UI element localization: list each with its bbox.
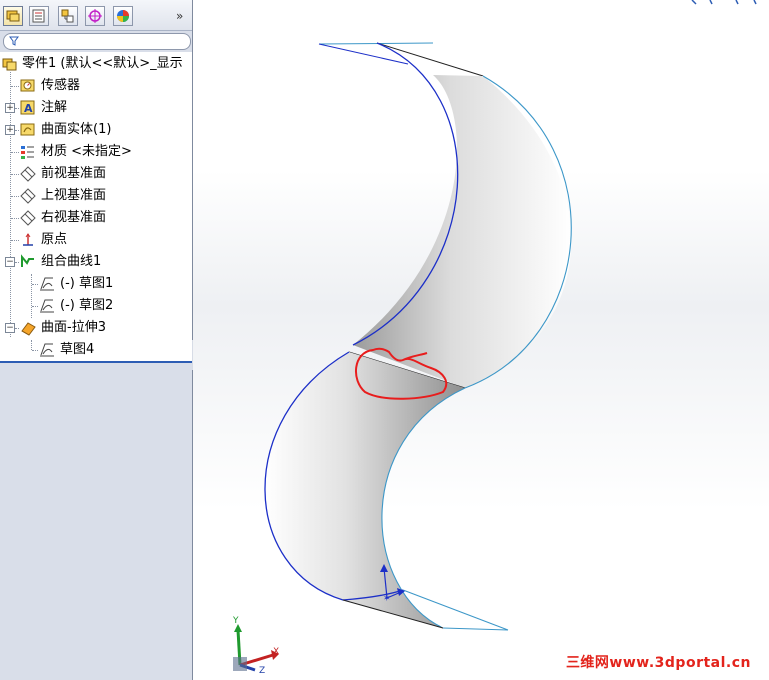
annotation-icon: A — [20, 100, 35, 115]
expand-toggle[interactable]: + — [5, 125, 15, 135]
origin-icon — [23, 233, 33, 246]
property-icon — [32, 9, 45, 23]
svg-text:A: A — [24, 102, 33, 115]
panel-tab-bar: » — [0, 0, 192, 31]
material-icon — [21, 146, 34, 159]
filter-icon — [9, 36, 19, 46]
extrude-surface-icon — [21, 322, 36, 336]
surface-body-folder-icon — [20, 123, 35, 136]
color-wheel-icon — [117, 10, 129, 22]
rollback-bar[interactable] — [0, 361, 192, 363]
tree-item-label: 上视基准面 — [41, 188, 107, 203]
triad-z-label: Z — [259, 666, 266, 676]
tree-item-label: 传感器 — [41, 78, 81, 93]
tree-filter-input[interactable] — [3, 33, 191, 50]
tab-property-manager[interactable] — [29, 6, 49, 26]
tree-connector — [31, 340, 32, 350]
tab-feature-manager[interactable] — [3, 6, 23, 26]
collapse-toggle[interactable]: − — [5, 323, 15, 333]
tree-root-label: 零件1 (默认<<默认>_显示 — [22, 56, 183, 71]
feature-tree: 零件1 (默认<<默认>_显示 传感器 + A 注解 + 曲面实体(1) 材质 … — [0, 52, 192, 362]
feature-manager-panel: » 零件1 (默认<<默认>_显示 传感器 + A 注解 + 曲面实体(1) 材… — [0, 0, 193, 680]
part-icon — [2, 58, 17, 71]
model-view[interactable]: ✶ — [193, 0, 769, 680]
composite-curve-icon — [21, 254, 34, 267]
triad-x-label: X — [273, 647, 280, 657]
feature-tree-icon — [6, 10, 20, 22]
sketch-icon — [40, 299, 54, 313]
surface-lower-shaded[interactable] — [264, 352, 465, 628]
collapse-toggle[interactable]: − — [5, 257, 15, 267]
svg-text:✶: ✶ — [383, 594, 391, 604]
tree-item-label: 原点 — [41, 232, 68, 247]
tree-item-label: 材质 <未指定> — [41, 144, 132, 159]
tab-display-manager[interactable] — [113, 6, 133, 26]
tree-item-label: 注解 — [41, 100, 68, 115]
tree-item-label: 曲面-拉伸3 — [41, 320, 106, 335]
tree-item-label: 曲面实体(1) — [41, 122, 112, 137]
triad-y-label: Y — [233, 616, 239, 626]
surface-upper-shaded[interactable] — [353, 75, 572, 388]
tree-item-label: 草图4 — [60, 342, 95, 357]
tree-item-label: 前视基准面 — [41, 166, 107, 181]
expand-toggle[interactable]: + — [5, 103, 15, 113]
view-toolbar-partial[interactable] — [688, 0, 768, 6]
tree-item-label: (-) 草图2 — [60, 298, 114, 313]
configuration-icon — [61, 9, 74, 23]
watermark: 三维网www.3dportal.cn — [565, 655, 751, 671]
tree-connector — [31, 274, 32, 318]
plane-icon — [20, 210, 36, 226]
crosshair-icon — [88, 9, 102, 23]
graphics-area[interactable]: ✶ Y X Z — [193, 0, 769, 680]
tree-item-label: 右视基准面 — [41, 210, 107, 225]
sensor-icon — [20, 79, 35, 92]
sketch-icon — [40, 277, 54, 291]
plane-icon — [20, 188, 36, 204]
sketch-icon — [40, 343, 54, 357]
tab-dimxpert-manager[interactable] — [85, 6, 105, 26]
tab-configuration-manager[interactable] — [58, 6, 78, 26]
plane-icon — [20, 166, 36, 182]
tree-item-label: (-) 草图1 — [60, 276, 114, 291]
tree-item-label: 组合曲线1 — [41, 254, 102, 269]
more-tabs-chevron[interactable]: » — [176, 9, 183, 23]
